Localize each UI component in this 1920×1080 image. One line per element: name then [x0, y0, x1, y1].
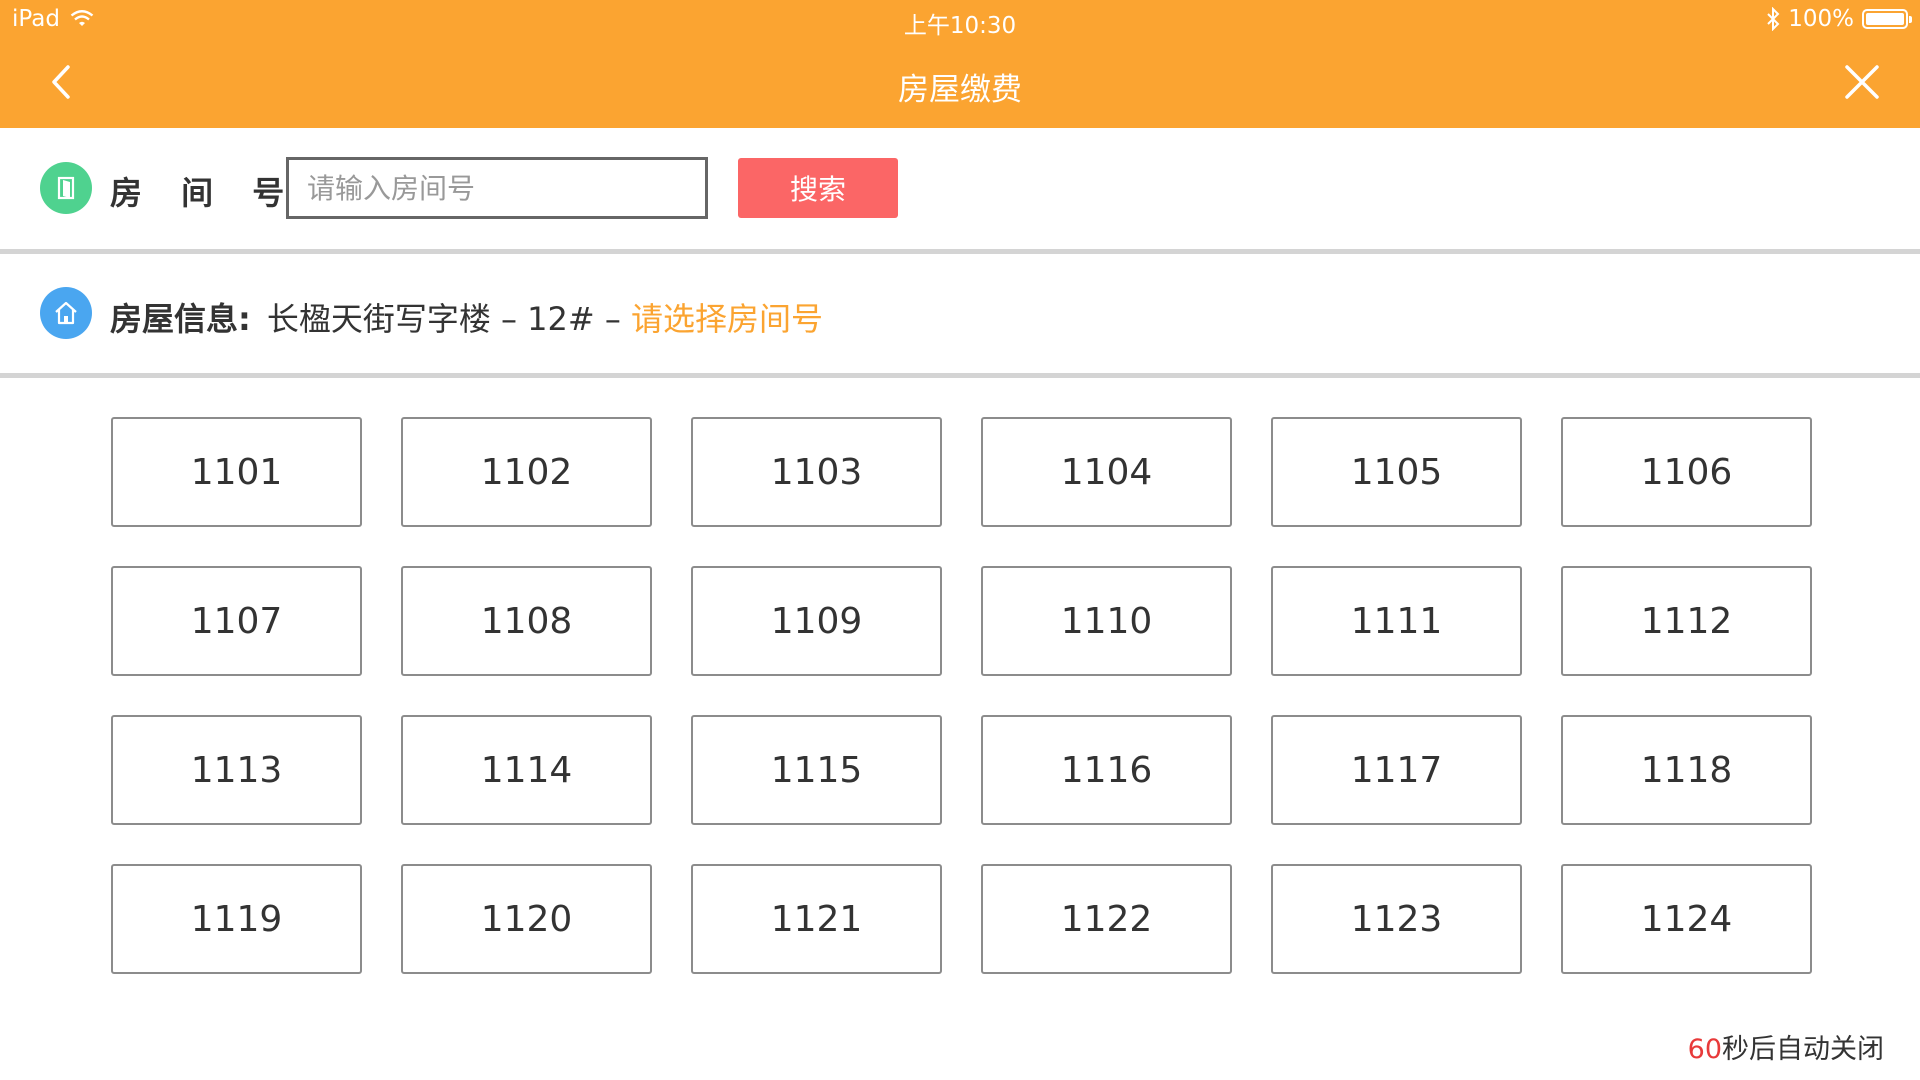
- room-button[interactable]: 1118: [1561, 715, 1812, 825]
- auto-close-countdown: 60秒后自动关闭: [1688, 1027, 1884, 1066]
- page-title: 房屋缴费: [898, 72, 1022, 108]
- room-button[interactable]: 1101: [111, 417, 362, 527]
- room-button[interactable]: 1106: [1561, 417, 1812, 527]
- room-button[interactable]: 1114: [401, 715, 652, 825]
- room-button[interactable]: 1102: [401, 417, 652, 527]
- house-info-row: 房屋信息: 长楹天街写字楼 – 12# – 请选择房间号: [0, 254, 1920, 373]
- room-button[interactable]: 1112: [1561, 566, 1812, 676]
- room-button[interactable]: 1117: [1271, 715, 1522, 825]
- battery-icon: [1862, 9, 1912, 29]
- nav-bar: 房屋缴费: [0, 40, 1920, 128]
- room-button[interactable]: 1105: [1271, 417, 1522, 527]
- app-header: iPad 上午10:30 100% 房屋缴费: [0, 0, 1920, 128]
- house-info: 房屋信息: 长楹天街写字楼 – 12# – 请选择房间号: [110, 294, 823, 340]
- countdown-text: 秒后自动关闭: [1722, 1034, 1884, 1065]
- bluetooth-icon: [1767, 7, 1780, 31]
- room-button[interactable]: 1113: [111, 715, 362, 825]
- room-button[interactable]: 1119: [111, 864, 362, 974]
- search-button[interactable]: 搜索: [738, 158, 898, 218]
- select-room-prompt: 请选择房间号: [631, 300, 824, 338]
- house-icon: [40, 287, 92, 339]
- door-icon: [40, 162, 92, 214]
- room-grid: 1101 1102 1103 1104 1105 1106 1107 1108 1109 1110…: [111, 417, 1812, 974]
- clock: 上午10:30: [903, 13, 1017, 39]
- room-number-input[interactable]: [286, 157, 708, 219]
- house-info-label: 房屋信息:: [110, 300, 251, 338]
- room-button[interactable]: 1121: [691, 864, 942, 974]
- room-button[interactable]: 1115: [691, 715, 942, 825]
- room-button[interactable]: 1103: [691, 417, 942, 527]
- status-bar: iPad 上午10:30 100%: [0, 0, 1920, 40]
- close-icon[interactable]: [1842, 62, 1882, 102]
- room-button[interactable]: 1107: [111, 566, 362, 676]
- room-button[interactable]: 1122: [981, 864, 1232, 974]
- room-button[interactable]: 1124: [1561, 864, 1812, 974]
- room-button[interactable]: 1109: [691, 566, 942, 676]
- building-info: 长楹天街写字楼 – 12# –: [266, 300, 632, 338]
- room-button[interactable]: 1116: [981, 715, 1232, 825]
- room-button[interactable]: 1120: [401, 864, 652, 974]
- room-button[interactable]: 1123: [1271, 864, 1522, 974]
- room-search-row: 房 间 号： 搜索: [0, 128, 1920, 249]
- divider: [0, 373, 1920, 378]
- countdown-seconds: 60: [1687, 1034, 1722, 1065]
- room-button[interactable]: 1110: [981, 566, 1232, 676]
- room-button[interactable]: 1111: [1271, 566, 1522, 676]
- battery-percent: 100%: [1788, 6, 1854, 32]
- room-button[interactable]: 1104: [981, 417, 1232, 527]
- room-button[interactable]: 1108: [401, 566, 652, 676]
